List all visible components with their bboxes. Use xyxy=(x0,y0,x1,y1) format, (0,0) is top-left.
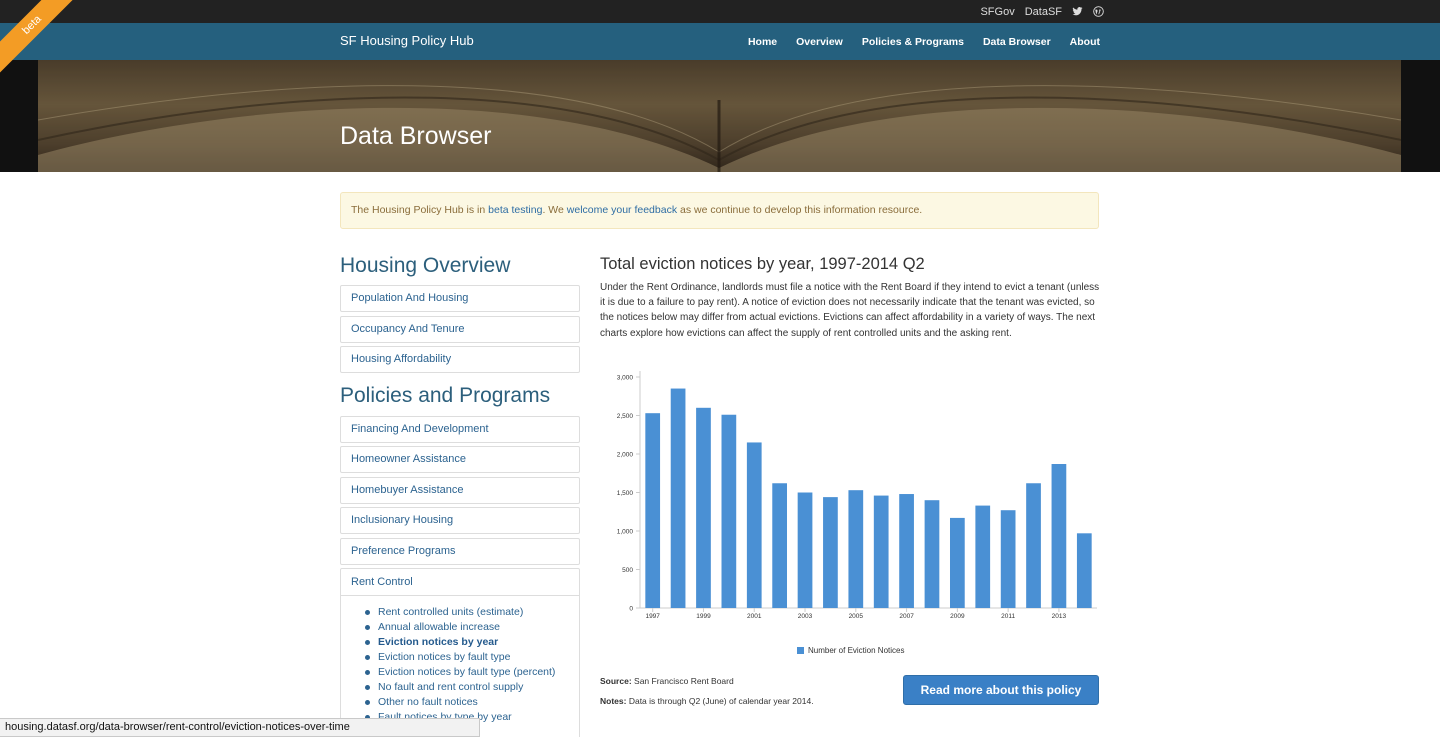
nav-policies-programs[interactable]: Policies & Programs xyxy=(862,36,964,48)
sublist-item[interactable]: Eviction notices by fault type (percent) xyxy=(363,665,555,680)
sidebar-item-population-housing[interactable]: Population And Housing xyxy=(340,285,580,312)
hero-image: Data Browser xyxy=(38,60,1401,172)
chart-description: Under the Rent Ordinance, landlords must… xyxy=(600,282,1100,339)
nav-about[interactable]: About xyxy=(1070,36,1100,48)
datasf-link[interactable]: DataSF xyxy=(1025,6,1062,18)
browser-status-url: housing.datasf.org/data-browser/rent-con… xyxy=(0,718,480,737)
bar-2012[interactable] xyxy=(1026,483,1041,608)
y-tick-label: 1,000 xyxy=(617,529,634,536)
sidebar-item-rent-control-expanded: Rent Control Rent controlled units (esti… xyxy=(340,568,580,737)
bar-2007[interactable] xyxy=(899,494,914,608)
page-title: Data Browser xyxy=(340,122,492,150)
nav-home[interactable]: Home xyxy=(748,36,777,48)
sidebar-item-housing-affordability[interactable]: Housing Affordability xyxy=(340,346,580,373)
housing-overview-heading: Housing Overview xyxy=(340,254,511,277)
nav-data-browser[interactable]: Data Browser xyxy=(983,36,1051,48)
sidebar-item-rent-control[interactable]: Rent Control xyxy=(341,569,579,596)
notes-line: Notes: Data is through Q2 (June) of cale… xyxy=(600,696,814,706)
bar-2010[interactable] xyxy=(975,505,991,608)
sublist-item-active[interactable]: Eviction notices by year xyxy=(363,635,555,650)
twitter-icon[interactable] xyxy=(1072,6,1083,17)
alert-text-middle: . We xyxy=(542,204,567,216)
sidebar-item-preference-programs[interactable]: Preference Programs xyxy=(340,538,580,565)
legend-swatch xyxy=(797,647,804,654)
chart-legend: Number of Eviction Notices xyxy=(797,646,904,655)
bar-2011[interactable] xyxy=(1000,510,1016,608)
sidebar-item-homeowner-assistance[interactable]: Homeowner Assistance xyxy=(340,446,580,473)
notes-value: Data is through Q2 (June) of calendar ye… xyxy=(628,696,814,706)
sidebar-item-occupancy-tenure[interactable]: Occupancy And Tenure xyxy=(340,316,580,343)
source-label: Source: xyxy=(600,676,632,686)
site-brand[interactable]: SF Housing Policy Hub xyxy=(340,23,474,60)
y-tick-label: 3,000 xyxy=(617,375,634,382)
bar-1998[interactable] xyxy=(670,388,686,608)
sublist-item[interactable]: No fault and rent control supply xyxy=(363,680,555,695)
sublist-item[interactable]: Eviction notices by fault type xyxy=(363,650,555,665)
bar-2004[interactable] xyxy=(823,497,838,608)
main-nav: Home Overview Policies & Programs Data B… xyxy=(748,23,1100,60)
bar-2006[interactable] xyxy=(873,495,889,608)
main-navbar: SF Housing Policy Hub Home Overview Poli… xyxy=(0,23,1440,60)
bar-2003[interactable] xyxy=(797,492,813,609)
legend-label: Number of Eviction Notices xyxy=(808,646,905,655)
sfgov-link[interactable]: SFGov xyxy=(980,6,1014,18)
feedback-link[interactable]: welcome your feedback xyxy=(567,204,677,216)
open-book-illustration xyxy=(38,60,1401,172)
y-tick-label: 500 xyxy=(622,567,633,574)
x-tick-label: 2005 xyxy=(849,613,864,620)
sublist-item[interactable]: Other no fault notices xyxy=(363,695,555,710)
top-utility-bar: SFGov DataSF xyxy=(0,0,1440,23)
source-line: Source: San Francisco Rent Board xyxy=(600,676,734,686)
sidebar-item-homebuyer-assistance[interactable]: Homebuyer Assistance xyxy=(340,477,580,504)
y-tick-label: 2,500 xyxy=(617,413,634,420)
x-tick-label: 2001 xyxy=(747,613,762,620)
eviction-bar-chart: 0 500 1,000 1,500 2,000 2,500 3,000 1997 1999 200… xyxy=(617,371,1097,620)
bar-2005[interactable] xyxy=(848,490,864,608)
sublist-item[interactable]: Rent controlled units (estimate) xyxy=(363,605,555,620)
x-tick-label: 2009 xyxy=(950,613,965,620)
hero-banner: Data Browser xyxy=(0,60,1440,172)
bar-2000[interactable] xyxy=(721,414,737,608)
x-tick-label: 1999 xyxy=(696,613,711,620)
x-tick-label: 1997 xyxy=(645,613,660,620)
x-tick-label: 2003 xyxy=(798,613,813,620)
x-tick-label: 2007 xyxy=(899,613,914,620)
utility-links: SFGov DataSF xyxy=(980,0,1104,23)
y-tick-label: 1,500 xyxy=(617,490,634,497)
read-more-button[interactable]: Read more about this policy xyxy=(903,675,1099,705)
policies-programs-heading: Policies and Programs xyxy=(340,384,551,407)
bar-2002[interactable] xyxy=(772,483,788,608)
chart-section-title: Total eviction notices by year, 1997-201… xyxy=(600,255,925,273)
x-tick-label: 2013 xyxy=(1052,613,1067,620)
alert-text-prefix: The Housing Policy Hub is in xyxy=(351,204,489,216)
y-tick-label: 2,000 xyxy=(617,452,634,459)
sublist-item[interactable]: Annual allowable increase xyxy=(363,620,555,635)
bar-2008[interactable] xyxy=(924,500,940,608)
alert-text-suffix: as we continue to develop this informati… xyxy=(677,204,923,216)
bar-2009[interactable] xyxy=(949,517,965,608)
bar-2001[interactable] xyxy=(746,442,762,608)
source-value: San Francisco Rent Board xyxy=(634,676,734,686)
bar-1997[interactable] xyxy=(645,413,661,608)
beta-alert: The Housing Policy Hub is in beta testin… xyxy=(340,192,1099,229)
nav-overview[interactable]: Overview xyxy=(796,36,843,48)
bar-2014[interactable] xyxy=(1076,533,1092,608)
bar-1999[interactable] xyxy=(696,407,711,608)
bar-2013[interactable] xyxy=(1051,464,1067,608)
wordpress-icon[interactable] xyxy=(1093,6,1104,17)
notes-label: Notes: xyxy=(600,696,627,706)
sidebar-item-financing-development[interactable]: Financing And Development xyxy=(340,416,580,443)
sidebar-item-inclusionary-housing[interactable]: Inclusionary Housing xyxy=(340,507,580,534)
beta-testing-link[interactable]: beta testing xyxy=(488,204,542,216)
y-tick-label: 0 xyxy=(629,606,633,613)
x-tick-label: 2011 xyxy=(1001,613,1015,620)
